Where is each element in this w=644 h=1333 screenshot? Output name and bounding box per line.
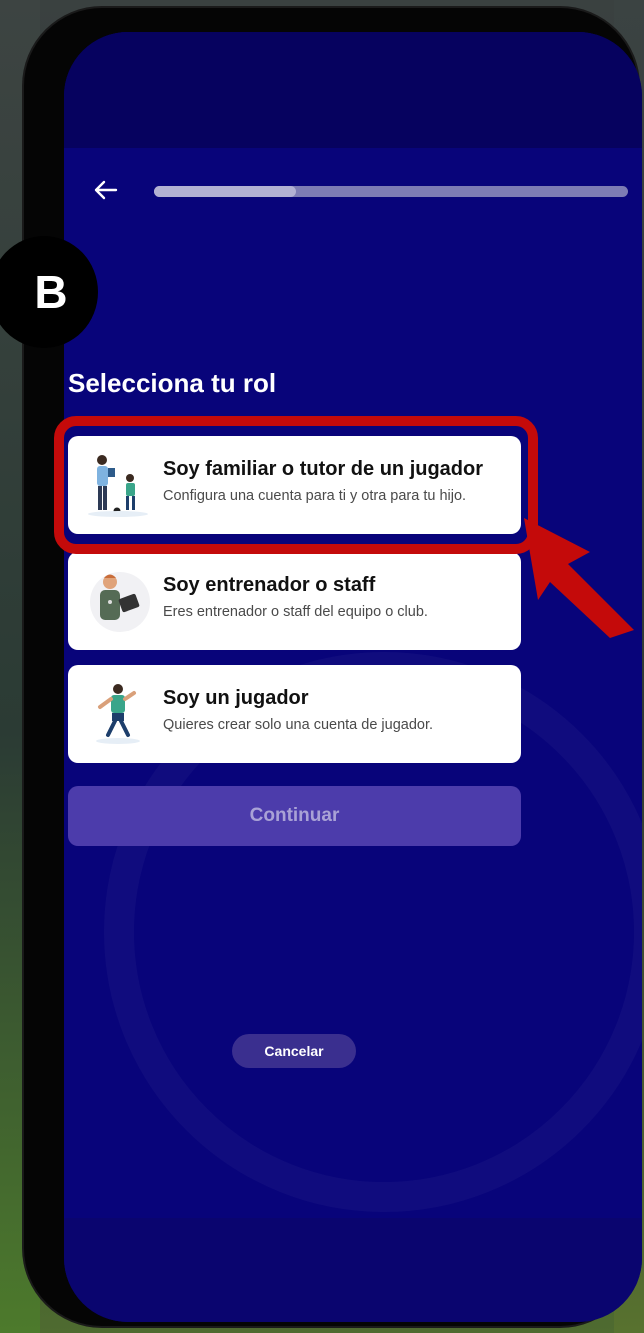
page-title: Selecciona tu rol xyxy=(68,368,277,398)
role-card-description: Eres entrenador o staff del equipo o clu… xyxy=(163,604,428,620)
role-card-coach[interactable]: Soy entrenador o staff Eres entrenador o… xyxy=(68,552,521,650)
role-card-title: Soy un jugador xyxy=(163,687,309,709)
back-arrow-icon[interactable] xyxy=(90,174,122,206)
status-bar-area xyxy=(64,32,642,148)
role-card-description: Quieres crear solo una cuenta de jugador… xyxy=(163,717,434,733)
progress-bar-fill xyxy=(154,186,297,197)
pointer-arrow-icon xyxy=(480,470,640,640)
cancel-button[interactable]: Cancelar xyxy=(232,1034,356,1068)
role-card-title: Soy entrenador o staff xyxy=(163,574,376,596)
coach-with-clipboard-illustration xyxy=(84,566,152,636)
soccer-player-illustration xyxy=(84,679,152,749)
bottom-area xyxy=(64,1218,642,1322)
role-card-player[interactable]: Soy un jugador Quieres crear solo una cu… xyxy=(68,665,521,763)
continue-button[interactable]: Continuar xyxy=(68,786,521,846)
progress-bar xyxy=(154,186,628,197)
highlight-box xyxy=(54,416,538,554)
